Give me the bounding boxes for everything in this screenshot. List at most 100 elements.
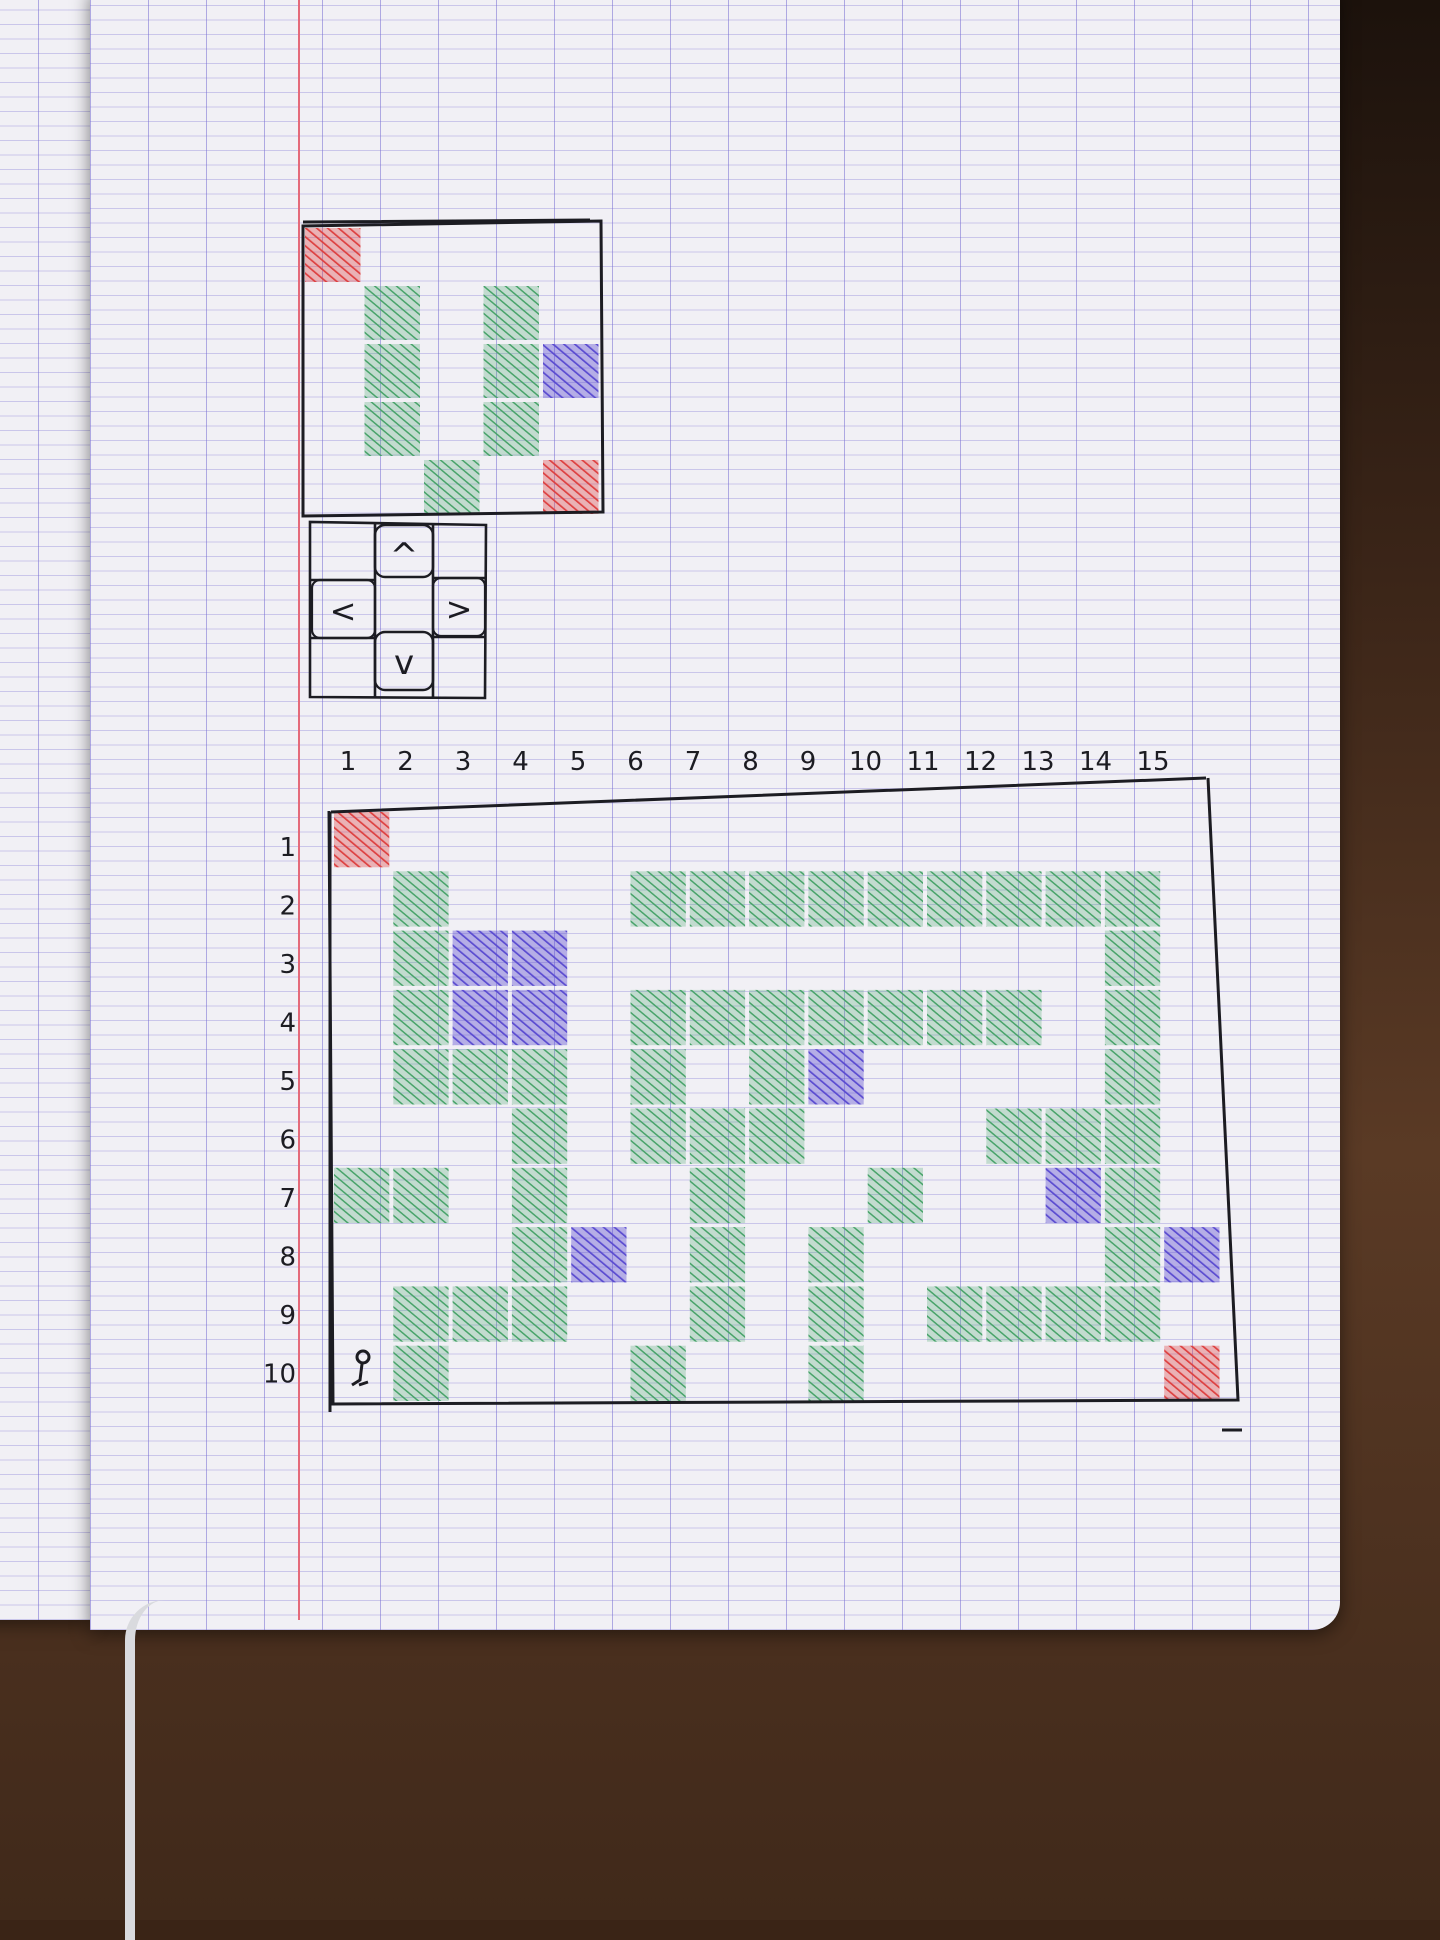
large-grid-green-cell bbox=[334, 1167, 390, 1224]
small-grid-green-cell bbox=[364, 402, 420, 456]
column-label: 5 bbox=[570, 747, 587, 777]
large-grid-green-cell bbox=[927, 989, 983, 1046]
row-label: 8 bbox=[279, 1243, 296, 1273]
large-grid-green-cell bbox=[749, 1049, 805, 1105]
large-grid-green-cell bbox=[689, 1108, 746, 1164]
large-grid-green-cell bbox=[1104, 871, 1161, 927]
hand-drawn-game-sketch: ^ < > v 1 2 3 4 5 6 7 8 9 10 11 12 13 14 15 1234567891… bbox=[263, 218, 1242, 1432]
large-grid-green-cell bbox=[393, 1049, 449, 1105]
large-grid-green-cell bbox=[452, 1286, 508, 1342]
column-label: 1 bbox=[340, 747, 357, 777]
small-grid-green-cell bbox=[424, 460, 480, 514]
large-grid: 1 2 3 4 5 6 7 8 9 10 11 12 13 14 15 12345678910 bbox=[263, 747, 1242, 1432]
row-label: 2 bbox=[279, 892, 296, 922]
column-label: 8 bbox=[742, 747, 759, 777]
column-label: 12 bbox=[964, 747, 997, 777]
column-label: 2 bbox=[397, 747, 414, 777]
column-labels: 1 2 3 4 5 6 7 8 9 10 11 12 13 14 15 bbox=[340, 747, 1170, 777]
large-grid-green-cell bbox=[689, 989, 746, 1046]
large-grid-green-cell bbox=[511, 1227, 568, 1283]
direction-pad: ^ < > v bbox=[308, 520, 488, 700]
large-grid-green-cell bbox=[393, 1167, 449, 1224]
small-grid-green-cell bbox=[483, 402, 539, 456]
large-grid-green-cell bbox=[1045, 1286, 1101, 1342]
small-grid-blue-cell bbox=[543, 344, 599, 398]
column-label: 6 bbox=[627, 747, 644, 777]
large-grid-green-cell bbox=[452, 1049, 508, 1105]
small-grid-green-cell bbox=[483, 344, 539, 398]
large-grid-green-cell bbox=[630, 1345, 686, 1401]
large-grid-blue-cell bbox=[1164, 1227, 1220, 1283]
column-label: 4 bbox=[512, 747, 529, 777]
large-grid-green-cell bbox=[393, 930, 449, 986]
column-label: 14 bbox=[1079, 747, 1112, 777]
large-grid-blue-cell bbox=[452, 930, 508, 986]
large-grid-green-cell bbox=[511, 1049, 568, 1105]
large-grid-green-cell bbox=[393, 1345, 449, 1401]
large-grid-green-cell bbox=[867, 989, 923, 1046]
large-grid-green-cell bbox=[393, 871, 449, 927]
large-grid-green-cell bbox=[808, 1286, 864, 1342]
large-grid-blue-cell bbox=[808, 1049, 864, 1105]
row-labels: 1 2 3 4 5 6 7 8 9 10 bbox=[263, 833, 296, 1390]
small-grid-green-cell bbox=[364, 286, 420, 340]
large-grid-blue-cell bbox=[571, 1227, 627, 1283]
large-grid-green-cell bbox=[1104, 989, 1161, 1046]
left-arrow-icon: < bbox=[330, 592, 357, 630]
large-grid-red-cell bbox=[334, 812, 390, 868]
large-grid-green-cell bbox=[808, 1227, 864, 1283]
large-grid-green-cell bbox=[986, 989, 1042, 1046]
row-label: 4 bbox=[279, 1009, 296, 1039]
large-grid-green-cell bbox=[1104, 1286, 1161, 1342]
large-grid-green-cell bbox=[986, 1286, 1042, 1342]
row-label: 5 bbox=[279, 1067, 296, 1097]
column-label: 15 bbox=[1136, 747, 1169, 777]
large-grid-green-cell bbox=[749, 1108, 805, 1164]
up-arrow-icon: ^ bbox=[390, 536, 419, 576]
large-grid-green-cell bbox=[1104, 1167, 1161, 1224]
small-grid-red-cell bbox=[305, 228, 361, 282]
small-grid bbox=[301, 218, 605, 518]
large-grid-green-cell bbox=[1104, 930, 1161, 986]
large-grid-green-cell bbox=[689, 871, 746, 927]
large-grid-green-cell bbox=[630, 871, 686, 927]
column-label: 13 bbox=[1021, 747, 1054, 777]
column-label: 10 bbox=[849, 747, 882, 777]
large-grid-green-cell bbox=[927, 1286, 983, 1342]
large-grid-green-cell bbox=[1045, 871, 1101, 927]
large-grid-green-cell bbox=[630, 989, 686, 1046]
large-grid-blue-cell bbox=[452, 989, 508, 1046]
large-grid-blue-cell bbox=[511, 989, 568, 1046]
column-label: 11 bbox=[906, 747, 939, 777]
large-grid-red-cell bbox=[1164, 1345, 1220, 1401]
large-grid-green-cell bbox=[808, 989, 864, 1046]
large-grid-green-cell bbox=[867, 1167, 923, 1224]
small-grid-green-cell bbox=[364, 344, 420, 398]
row-label: 6 bbox=[279, 1126, 296, 1156]
large-grid-green-cell bbox=[511, 1108, 568, 1164]
small-grid-green-cell bbox=[483, 286, 539, 340]
notebook-photo: ^ < > v 1 2 3 4 5 6 7 8 9 10 11 12 13 14 15 1234567891… bbox=[0, 0, 1440, 1940]
large-grid-green-cell bbox=[1104, 1227, 1161, 1283]
right-arrow-icon: > bbox=[446, 590, 473, 628]
small-grid-red-cell bbox=[543, 460, 599, 514]
large-grid-green-cell bbox=[986, 1108, 1042, 1164]
large-grid-green-cell bbox=[393, 989, 449, 1046]
large-grid-green-cell bbox=[393, 1286, 449, 1342]
large-grid-blue-cell bbox=[1045, 1167, 1101, 1224]
column-label: 3 bbox=[455, 747, 472, 777]
large-grid-green-cell bbox=[630, 1108, 686, 1164]
large-grid-green-cell bbox=[1104, 1108, 1161, 1164]
row-label: 9 bbox=[279, 1301, 296, 1331]
down-arrow-icon: v bbox=[394, 643, 414, 683]
column-label: 7 bbox=[685, 747, 702, 777]
column-label: 9 bbox=[800, 747, 817, 777]
large-grid-green-cell bbox=[808, 871, 864, 927]
large-grid-green-cell bbox=[927, 871, 983, 927]
large-grid-green-cell bbox=[808, 1345, 864, 1401]
large-grid-blue-cell bbox=[511, 930, 568, 986]
player-key-icon bbox=[351, 1349, 371, 1387]
row-label: 10 bbox=[263, 1360, 296, 1390]
large-grid-green-cell bbox=[749, 871, 805, 927]
row-label: 1 bbox=[279, 833, 296, 863]
